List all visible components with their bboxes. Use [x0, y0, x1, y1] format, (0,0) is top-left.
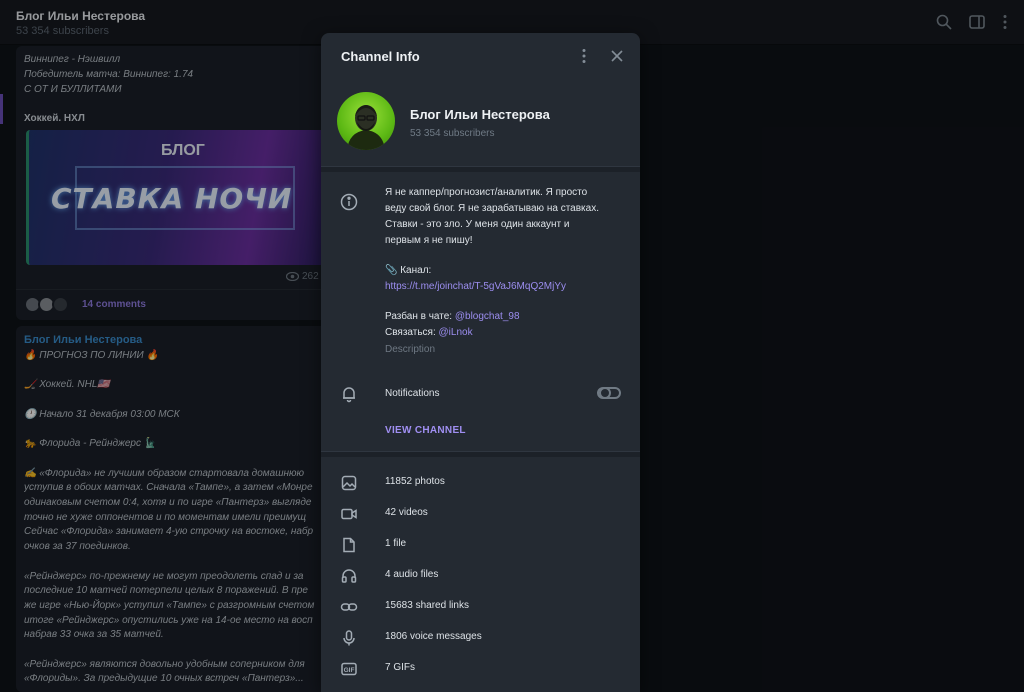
channel-subscribers: 53 354 subscribers — [410, 128, 495, 139]
unread-indicator — [0, 94, 3, 124]
message-text-line: набрав 33 очка за 35 матчей. — [24, 629, 164, 641]
description-line: веду свой блог. Я не зарабатываю на став… — [385, 203, 599, 214]
banner-text: СТАВКА НОЧИ — [51, 182, 293, 215]
search-icon[interactable] — [935, 13, 953, 31]
message-text-line: 🏒 Хоккей. NHL🇺🇸 — [24, 379, 110, 391]
channel-avatar[interactable] — [337, 92, 395, 150]
chat-subscribers: 53 354 subscribers — [16, 25, 109, 37]
media-label: 7 GIFs — [385, 662, 416, 673]
message-author[interactable]: Блог Ильи Нестерова — [24, 334, 142, 346]
chat-title[interactable]: Блог Ильи Нестерова — [16, 9, 145, 23]
media-label: 42 videos — [385, 507, 428, 518]
contact-label: Связаться: — [385, 327, 439, 338]
gif-icon: GIF — [340, 660, 358, 678]
channel-link[interactable]: https://t.me/joinchat/T-5gVaJ6MqQ2MjYy — [385, 279, 566, 295]
info-icon — [340, 193, 358, 211]
message-image[interactable]: БЛОГ СТАВКА НОЧИ — [26, 130, 326, 265]
media-label: 15683 shared links — [385, 600, 469, 611]
message-text-line: 🕛 Начало 31 декабря 03:00 МСК — [24, 408, 180, 420]
chat-handle-link[interactable]: @blogchat_98 — [455, 311, 520, 322]
more-options-icon[interactable] — [575, 47, 593, 65]
message-text-line: же игре «Нью-Йорк» уступил «Тампе» с раз… — [24, 599, 315, 611]
description-line: Я не каппер/прогнозист/аналитик. Я прост… — [385, 187, 588, 198]
section-divider — [321, 451, 640, 457]
message-text-line: последние 10 матчей потерпели целых 8 по… — [24, 585, 308, 597]
svg-text:GIF: GIF — [344, 667, 355, 674]
media-label: 4 audio files — [385, 569, 439, 580]
media-row[interactable] — [321, 561, 640, 591]
toggle-knob — [599, 387, 611, 399]
video-icon — [340, 505, 358, 523]
message-text-line: точно не хуже оппонентов и по моментам и… — [24, 511, 306, 523]
message-text-line: Сейчас «Флорида» занимает 4-ую строчку н… — [24, 526, 314, 538]
close-icon[interactable] — [608, 47, 626, 65]
comments-button[interactable]: 14 comments — [16, 289, 336, 317]
message-text-line: очков за 37 поединков. — [24, 541, 131, 553]
media-row[interactable] — [321, 592, 640, 622]
message-text-line: «Рейнджерс» по-прежнему не могут преодол… — [24, 570, 304, 582]
message-text-line: С ОТ И БУЛЛИТАМИ — [24, 84, 122, 95]
message-text-line: Победитель матча: Виннипег: 1.74 — [24, 69, 194, 80]
media-row[interactable] — [321, 499, 640, 529]
media-label: 1 file — [385, 538, 407, 549]
channel-link-label: 📎 Канал: — [385, 265, 432, 276]
description-line: Ставки - это зло. У меня один аккаунт и — [385, 219, 570, 230]
message-text-line: ✍️ «Флорида» не лучшим образом стартовал… — [24, 467, 305, 479]
view-channel-button[interactable]: VIEW CHANNEL — [385, 425, 466, 436]
message-text-line: «Флориды». За предыдущие 10 очных встреч… — [24, 673, 304, 685]
message-text-line: уступив в обоих матчах. Сначала «Тампе»,… — [24, 482, 313, 494]
sidebar-toggle-icon[interactable] — [968, 13, 986, 31]
microphone-icon — [340, 629, 358, 647]
media-label: 1806 voice messages — [385, 631, 482, 642]
headphones-icon — [340, 567, 358, 585]
channel-info-panel: Channel Info Блог Ильи Нестерова 53 354 … — [321, 33, 640, 692]
message-text-line: Виннипег - Нэшвилл — [24, 54, 121, 65]
message-text-line: 🔥 ПРОГНОЗ ПО ЛИНИИ 🔥 — [24, 350, 159, 361]
views-value: 262 — [302, 271, 319, 282]
bell-icon — [340, 385, 358, 403]
views-count: 262 — [285, 271, 319, 282]
message-text-line: «Рейнджерс» являются довольно удобным со… — [24, 658, 305, 670]
notifications-toggle[interactable] — [597, 387, 621, 399]
file-icon — [340, 536, 358, 554]
contact-line: Связаться: @iLnok — [385, 325, 473, 341]
message-text-line: итоге «Рейнджерс» опустились уже на 14-о… — [24, 614, 313, 626]
message-text-line: одинаковым счетом 0:4, хотя и по игре «П… — [24, 497, 312, 508]
comments-count: 14 comments — [82, 299, 146, 310]
more-options-icon[interactable] — [996, 13, 1014, 31]
chat-label: Разбан в чате: — [385, 311, 455, 322]
link-icon — [340, 598, 358, 616]
media-row[interactable] — [321, 530, 640, 560]
message-heading: Хоккей. НХЛ — [24, 113, 85, 124]
media-row[interactable] — [321, 468, 640, 498]
notifications-label: Notifications — [385, 388, 440, 399]
media-label: 11852 photos — [385, 476, 445, 487]
description-caption: Description — [385, 344, 436, 355]
description-line: первым я не пишу! — [385, 235, 473, 246]
banner-logo: БЛОГ — [161, 142, 205, 159]
message-text-line: 🐆 Флорида - Рейнджерс 🗽 — [24, 438, 157, 450]
eye-icon — [285, 271, 300, 281]
chat-line: Разбан в чате: @blogchat_98 — [385, 309, 520, 325]
avatar — [52, 296, 69, 313]
contact-handle-link[interactable]: @iLnok — [439, 327, 473, 338]
media-row[interactable] — [321, 654, 640, 684]
section-divider — [321, 166, 640, 172]
photo-icon — [340, 474, 358, 492]
panel-title: Channel Info — [341, 49, 420, 64]
channel-name: Блог Ильи Нестерова — [410, 107, 550, 122]
